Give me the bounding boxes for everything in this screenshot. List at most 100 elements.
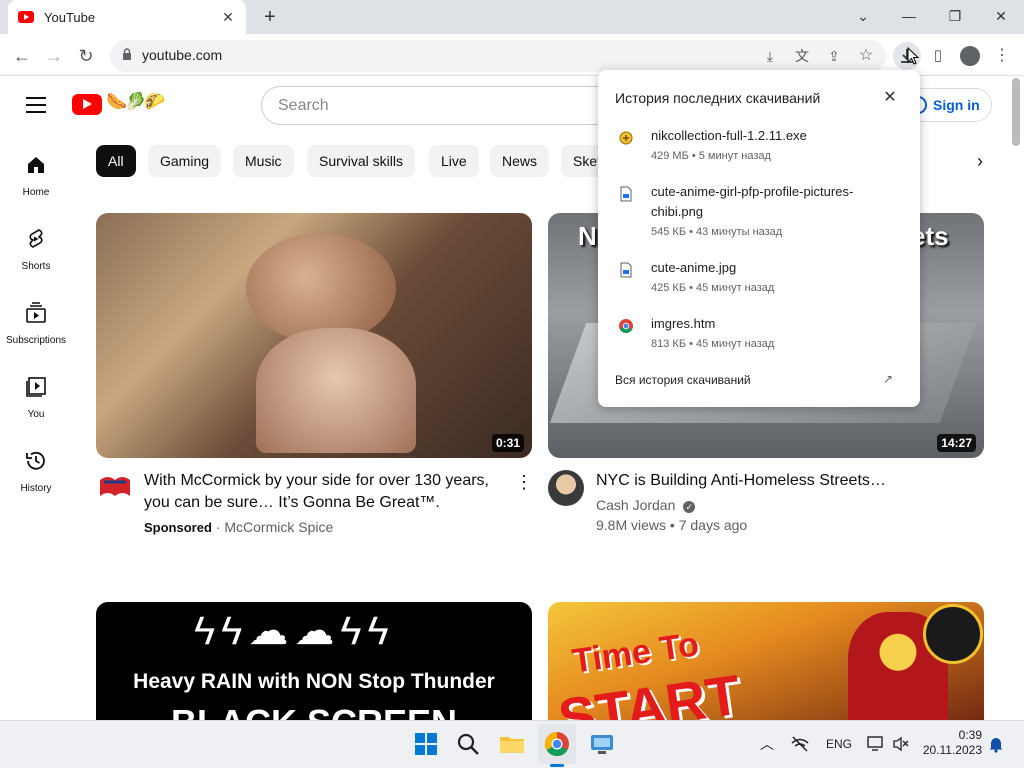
chrome-icon[interactable] — [541, 728, 573, 760]
page-scrollbar-thumb[interactable] — [1012, 78, 1020, 146]
downloads-popup: История последних скачиваний ✕ nikcollec… — [598, 70, 920, 407]
install-app-icon[interactable]: ⤓ — [760, 46, 780, 66]
chip-all[interactable]: All — [96, 145, 136, 177]
download-meta: 813 КБ • 45 минут назад — [651, 338, 775, 350]
logo-doodle-icon[interactable]: 🌭🥬🌮 — [106, 92, 165, 112]
sidebar-label: Shorts — [21, 261, 51, 272]
thumbnail-baby-image — [256, 328, 416, 453]
download-item[interactable]: nikcollection-full-1.2.11.exe 429 МБ • 5… — [598, 122, 920, 168]
profile-avatar-icon[interactable] — [960, 46, 980, 66]
downloads-close-icon[interactable]: ✕ — [880, 88, 900, 108]
tray-chevron-up-icon[interactable]: ︿ — [760, 734, 774, 754]
minimize-button[interactable]: — — [894, 5, 924, 27]
thunder-cloud-icon: ϟϟ☁☁ϟϟ — [194, 609, 395, 653]
thumbnail-person-image — [246, 233, 396, 343]
chip-news[interactable]: News — [490, 145, 550, 177]
translate-icon[interactable]: 文 — [792, 46, 812, 66]
download-meta: 429 МБ • 5 минут назад — [651, 150, 771, 162]
sidebar-item-home[interactable]: Home — [0, 153, 72, 227]
file-explorer-icon[interactable] — [496, 728, 528, 760]
download-filename: imgres.htm — [651, 316, 716, 331]
installer-icon — [619, 131, 633, 145]
chips-next-chevron-icon[interactable]: › — [968, 150, 992, 174]
sidebar-item-history[interactable]: History — [0, 449, 72, 523]
lock-icon[interactable] — [122, 48, 132, 60]
video-title[interactable]: NYC is Building Anti-Homeless Streets… — [596, 470, 976, 492]
download-item[interactable]: cute-anime.jpg 425 КБ • 45 минут назад — [598, 254, 920, 300]
reload-button[interactable]: ↻ — [74, 44, 98, 68]
thumbnail-text: N — [578, 221, 597, 251]
channel-row: Cash Jordan ✓ — [596, 497, 696, 513]
video-duration: 14:27 — [937, 434, 976, 452]
sidebar-item-shorts[interactable]: Shorts — [0, 227, 72, 301]
mccormick-logo[interactable] — [98, 474, 132, 504]
thumbnail-text: Heavy RAIN with NON Stop Thunder — [133, 670, 495, 693]
history-icon — [26, 451, 45, 470]
video-thumbnail[interactable]: Time To START — [548, 602, 984, 732]
tab-search-chevron-icon[interactable]: ⌄ — [848, 5, 878, 27]
active-app-indicator — [550, 764, 564, 767]
display-icon[interactable] — [866, 735, 886, 753]
all-downloads-link[interactable]: Вся история скачиваний — [615, 373, 751, 387]
tab-close-icon[interactable]: ✕ — [220, 9, 236, 26]
chrome-icon — [619, 319, 633, 333]
remote-desktop-icon[interactable] — [586, 728, 618, 760]
sidebar-label: You — [27, 409, 45, 420]
open-external-icon[interactable]: ↗ — [883, 372, 897, 386]
shorts-icon — [29, 229, 43, 248]
clock-time: 0:39 — [958, 728, 982, 742]
mouse-cursor-icon — [907, 47, 920, 65]
channel-name[interactable]: Cash Jordan — [596, 497, 675, 513]
sidebar-item-subscriptions[interactable]: Subscriptions — [0, 301, 72, 375]
back-button[interactable]: ← — [10, 44, 34, 68]
notification-bell-icon[interactable] — [988, 735, 1004, 753]
browser-tab[interactable]: YouTube ✕ — [8, 0, 246, 34]
side-panel-icon[interactable]: ▯ — [928, 46, 948, 66]
channel-avatar[interactable] — [548, 470, 584, 506]
new-tab-button[interactable]: + — [258, 6, 282, 28]
sidebar-item-you[interactable]: You — [0, 375, 72, 449]
download-meta: 425 КБ • 45 минут назад — [651, 282, 775, 294]
download-filename: nikcollection-full-1.2.11.exe — [651, 128, 807, 143]
channel-badge-icon — [923, 604, 983, 664]
sign-in-label: Sign in — [933, 97, 980, 113]
video-thumbnail[interactable]: 0:31 — [96, 213, 532, 458]
clock[interactable]: 0:39 20.11.2023 — [918, 728, 982, 758]
more-actions-icon[interactable]: ⋮ — [515, 472, 533, 492]
windows-start-icon[interactable] — [410, 728, 442, 760]
url-text[interactable]: youtube.com — [142, 47, 222, 63]
speaker-muted-icon[interactable] — [892, 735, 910, 753]
share-icon[interactable]: ⇪ — [824, 46, 844, 66]
chip-survival-skills[interactable]: Survival skills — [307, 145, 416, 177]
forward-button[interactable]: → — [42, 44, 66, 68]
chip-sketch[interactable]: Sketch — [561, 145, 601, 177]
chrome-menu-icon[interactable]: ⋮ — [992, 46, 1012, 66]
bookmark-star-icon[interactable]: ☆ — [856, 46, 876, 66]
you-icon — [26, 377, 46, 397]
restore-button[interactable]: ❐ — [940, 5, 970, 27]
hamburger-menu-icon[interactable] — [26, 97, 46, 113]
clock-date: 20.11.2023 — [922, 743, 982, 757]
chip-live[interactable]: Live — [429, 145, 479, 177]
chip-music[interactable]: Music — [233, 145, 294, 177]
search-input[interactable]: Search — [261, 86, 631, 125]
window-close-button[interactable]: ✕ — [986, 5, 1016, 27]
video-thumbnail[interactable]: ϟϟ☁☁ϟϟ Heavy RAIN with NON Stop Thunder … — [96, 602, 532, 732]
chip-gaming[interactable]: Gaming — [148, 145, 222, 177]
mccormick-flag-icon — [100, 477, 130, 496]
youtube-favicon-icon — [18, 11, 34, 23]
network-disconnected-icon[interactable] — [790, 735, 810, 753]
download-filename-line: chibi.png — [651, 204, 704, 219]
search-icon[interactable] — [452, 728, 484, 760]
sidebar-label: Subscriptions — [5, 335, 67, 346]
download-filename-line: cute-anime-girl-pfp-profile-pictures- — [651, 184, 854, 199]
video-title-line: With McCormick by your side for over 130… — [144, 472, 489, 489]
download-item[interactable]: imgres.htm 813 КБ • 45 минут назад — [598, 310, 920, 356]
youtube-logo[interactable] — [72, 94, 102, 115]
download-item[interactable]: cute-anime-girl-pfp-profile-pictures- ch… — [598, 178, 920, 244]
channel-name[interactable]: McCormick Spice — [224, 519, 333, 535]
input-language[interactable]: ENG — [826, 737, 852, 751]
sidebar-label: History — [20, 483, 52, 494]
download-filename: cute-anime.jpg — [651, 260, 737, 275]
video-title[interactable]: With McCormick by your side for over 130… — [144, 470, 504, 514]
